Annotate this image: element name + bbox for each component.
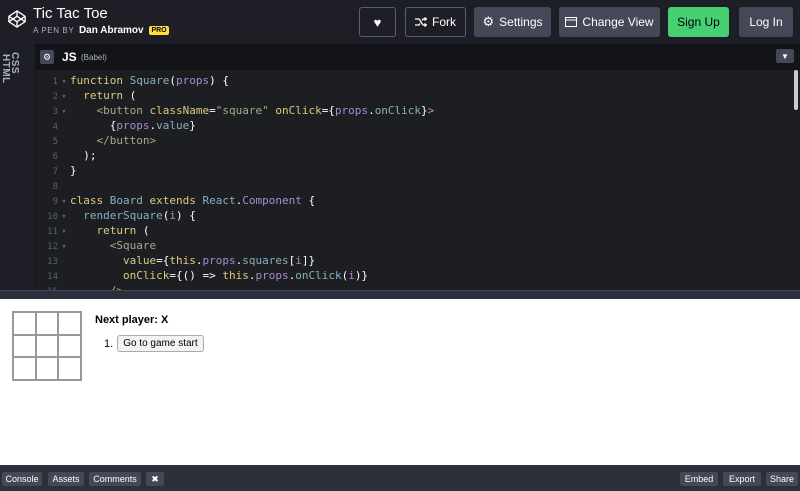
console-button[interactable]: Console bbox=[2, 472, 42, 486]
pro-badge: PRO bbox=[149, 26, 169, 35]
html-pane-tab[interactable]: HTML bbox=[0, 54, 11, 84]
code-line: 5 </button> bbox=[52, 134, 157, 147]
editor-scrollbar[interactable] bbox=[794, 70, 798, 110]
author-link[interactable]: Dan Abramov bbox=[79, 25, 144, 36]
code-line: 4 {props.value} bbox=[52, 119, 196, 132]
comments-button[interactable]: Comments bbox=[89, 472, 141, 486]
chevron-down-icon: ▼ bbox=[781, 51, 789, 61]
share-button[interactable]: Share bbox=[766, 472, 798, 486]
move-number: 1. bbox=[104, 337, 114, 350]
code-line: 12 ▾ <Square bbox=[47, 239, 157, 252]
code-line: 3 ▾ <button className="square" onClick={p… bbox=[52, 104, 435, 117]
change-view-button[interactable]: Change View bbox=[559, 7, 660, 37]
top-header: Tic Tac Toe A PEN BY Dan Abramov PRO ♥ F… bbox=[0, 0, 800, 44]
board-square[interactable] bbox=[13, 357, 36, 380]
board-square[interactable] bbox=[58, 357, 81, 380]
gear-icon: ⚙ bbox=[482, 14, 495, 29]
code-editor[interactable]: 1 ▾ function Square(props) { 2 ▾ return ( 3… bbox=[36, 70, 800, 290]
go-to-start-button[interactable]: Go to game start bbox=[117, 335, 204, 352]
fork-button[interactable]: Fork bbox=[405, 7, 466, 37]
game-status: Next player: X bbox=[95, 314, 169, 326]
settings-label: Settings bbox=[499, 15, 543, 29]
bottom-bar: Console Assets Comments ✖ Embed Export S… bbox=[0, 465, 800, 491]
heart-icon: ♥ bbox=[373, 14, 382, 30]
fork-icon bbox=[415, 17, 427, 27]
settings-button[interactable]: ⚙ Settings bbox=[474, 7, 551, 37]
board-square[interactable] bbox=[13, 334, 36, 358]
pen-title[interactable]: Tic Tac Toe bbox=[33, 5, 108, 22]
code-line: 11 ▾ return ( bbox=[47, 224, 150, 237]
code-line: 13 value={this.props.squares[i]} bbox=[47, 254, 316, 267]
resize-handle[interactable] bbox=[0, 290, 800, 299]
collapse-pane-button[interactable]: ▼ bbox=[776, 49, 794, 63]
code-line: 2 ▾ return ( bbox=[52, 89, 137, 102]
change-view-label: Change View bbox=[582, 15, 654, 29]
pen-byline: A PEN BY Dan Abramov PRO bbox=[33, 25, 169, 36]
editor-area: CSS HTML ⚙ JS (Babel) ▼ 1 ▾ function Squar… bbox=[0, 44, 800, 290]
board-square[interactable] bbox=[58, 312, 81, 335]
code-line: 7 } bbox=[52, 164, 77, 177]
board-square[interactable] bbox=[35, 312, 59, 335]
board-square[interactable] bbox=[58, 334, 81, 358]
fork-label: Fork bbox=[432, 15, 456, 29]
assets-button[interactable]: Assets bbox=[48, 472, 84, 486]
move-list: 1. Go to game start bbox=[104, 335, 204, 352]
gear-icon: ⚙ bbox=[42, 51, 52, 62]
board-square[interactable] bbox=[35, 357, 59, 380]
log-in-button[interactable]: Log In bbox=[739, 7, 793, 37]
pane-settings-button[interactable]: ⚙ bbox=[40, 50, 54, 64]
layout-icon bbox=[565, 17, 578, 27]
code-line: 9 ▾ class Board extends React.Component { bbox=[52, 194, 316, 207]
code-line: 6 ); bbox=[52, 149, 97, 162]
preview-pane: Next player: X 1. Go to game start bbox=[0, 299, 800, 465]
export-button[interactable]: Export bbox=[723, 472, 761, 486]
game-board bbox=[12, 311, 82, 381]
byline-prefix: A PEN BY bbox=[33, 26, 75, 35]
sign-up-button[interactable]: Sign Up bbox=[668, 7, 729, 37]
pane-preprocessor: (Babel) bbox=[81, 53, 107, 62]
code-line: 1 ▾ function Square(props) { bbox=[52, 74, 229, 87]
js-pane-header: ⚙ JS (Babel) ▼ bbox=[36, 44, 800, 70]
board-square[interactable] bbox=[13, 312, 36, 335]
collapsed-panes: CSS HTML bbox=[0, 44, 36, 290]
code-line: 10 ▾ renderSquare(i) { bbox=[47, 209, 196, 222]
embed-button[interactable]: Embed bbox=[680, 472, 718, 486]
codepen-logo-icon[interactable] bbox=[8, 10, 26, 28]
shortcuts-button[interactable]: ✖ bbox=[146, 472, 164, 486]
code-line: 15 /> bbox=[36, 283, 123, 290]
code-line: 8 bbox=[52, 182, 58, 192]
board-square[interactable] bbox=[35, 334, 59, 358]
heart-button[interactable]: ♥ bbox=[359, 7, 396, 37]
pane-language: JS bbox=[62, 50, 77, 64]
code-line: 14 onClick={() => this.props.onClick(i)} bbox=[47, 269, 369, 282]
